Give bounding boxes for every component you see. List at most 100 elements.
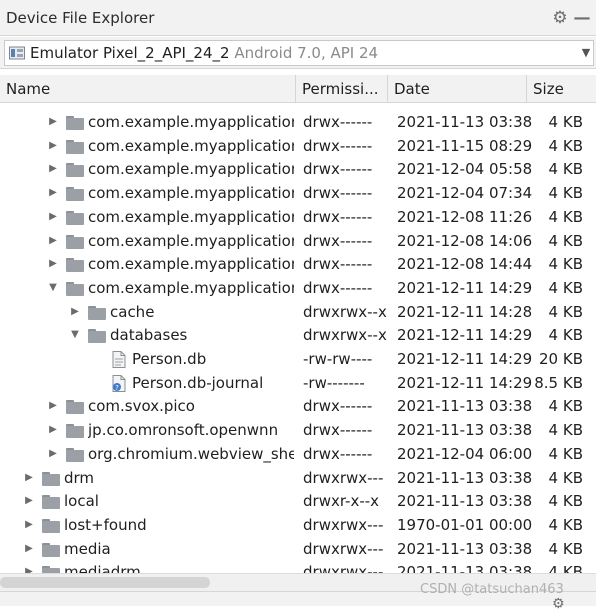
date-cell: 2021-12-08 14:44: [397, 255, 533, 274]
size-cell: 4 KB: [548, 515, 583, 534]
folder-icon: [66, 116, 84, 130]
date-cell: 2021-12-04 05:58: [397, 160, 533, 179]
permissions-cell: drwxr-x--x: [303, 492, 380, 511]
expand-arrow-icon[interactable]: ▶: [24, 543, 34, 554]
table-row[interactable]: ? Person.db-journal -rw------- 2021-12-11 1…: [0, 372, 596, 395]
table-row[interactable]: Person.db -rw-rw---- 2021-12-11 14:29 20 KB: [0, 348, 596, 371]
collapse-arrow-icon[interactable]: ▼: [70, 330, 80, 340]
file-name: com.example.myapplication: [88, 160, 294, 179]
folder-icon: [42, 542, 60, 557]
size-cell: 4 KB: [548, 136, 583, 155]
column-header-name[interactable]: Name: [0, 75, 296, 103]
table-row[interactable]: ▶ drm drwxrwx--- 2021-11-13 03:38 4 KB: [0, 467, 596, 490]
expand-arrow-icon[interactable]: ▶: [48, 140, 58, 151]
permissions-cell: drwxrwx---: [303, 515, 384, 534]
gear-icon[interactable]: ⚙: [550, 8, 570, 28]
permissions-cell: -rw-rw----: [303, 350, 373, 368]
name-cell: media: [64, 538, 294, 561]
permissions-cell: drwx------: [303, 207, 373, 226]
name-cell: local: [64, 490, 294, 513]
expand-arrow-icon[interactable]: ▶: [48, 188, 58, 198]
expand-arrow-icon[interactable]: ▶: [48, 117, 58, 127]
table-row[interactable]: ▶ com.svox.pico drwx------ 2021-11-13 03:38…: [0, 395, 596, 418]
table-row[interactable]: ▶ lost+found drwxrwx--- 1970-01-01 00:00 4 K…: [0, 514, 596, 537]
expand-arrow-icon[interactable]: ▶: [24, 472, 34, 483]
folder-icon: [42, 495, 60, 510]
table-row[interactable]: ▶ com.example.myapplication drwx------ 2021…: [0, 230, 596, 253]
size-cell: 4 KB: [548, 492, 583, 511]
table-row[interactable]: ▶ com.example.myapplication drwx------ 2021…: [0, 158, 596, 181]
table-row[interactable]: ▶ com.example.myapplication drwx------ 2021…: [0, 253, 596, 276]
name-cell: com.example.myapplication: [88, 111, 294, 134]
size-cell: 4 KB: [548, 444, 583, 463]
table-row[interactable]: ▼ databases drwxrwx--x 2021-12-11 14:29 4 KB: [0, 324, 596, 347]
expand-arrow-icon[interactable]: ▶: [48, 164, 58, 174]
column-header-size[interactable]: Size: [527, 75, 596, 103]
folder-icon: [66, 163, 84, 178]
svg-text:?: ?: [115, 384, 119, 392]
folder-icon: [66, 447, 84, 462]
file-name: local: [64, 492, 99, 511]
size-cell: 4 KB: [548, 539, 583, 558]
gear-icon[interactable]: ⚙: [552, 596, 565, 612]
name-cell: databases: [110, 324, 294, 347]
permissions-cell: drwx------: [303, 278, 373, 297]
name-cell: com.example.myapplication: [88, 230, 294, 253]
file-name: com.example.myapplication: [88, 231, 294, 250]
file-icon: [112, 351, 126, 368]
file-name: org.chromium.webview_shell: [88, 444, 294, 463]
expand-arrow-icon[interactable]: ▶: [48, 211, 58, 222]
table-row[interactable]: ▶ jp.co.omronsoft.openwnn drwx------ 2021-1…: [0, 419, 596, 442]
expand-arrow-icon[interactable]: ▶: [48, 401, 58, 411]
size-cell: 4 KB: [548, 397, 583, 416]
table-row[interactable]: ▶ org.chromium.webview_shell drwx------ 202…: [0, 443, 596, 466]
date-cell: 1970-01-01 00:00: [397, 515, 533, 534]
folder-icon: [88, 329, 106, 344]
expand-arrow-icon[interactable]: ▶: [70, 306, 80, 317]
name-cell: lost+found: [64, 514, 294, 537]
date-cell: 2021-12-11 14:29: [397, 350, 533, 368]
table-row[interactable]: ▶ com.example.myapplication drwx------ 2021…: [0, 206, 596, 229]
scrollbar-thumb[interactable]: [0, 577, 210, 588]
expand-arrow-icon[interactable]: ▶: [48, 259, 58, 269]
date-cell: 2021-12-04 06:00: [397, 444, 533, 463]
column-header-permissions[interactable]: Permissi...: [296, 75, 388, 103]
file-name: jp.co.omronsoft.openwnn: [88, 421, 279, 440]
date-cell: 2021-11-13 03:38: [397, 492, 533, 511]
name-cell: com.example.myapplication: [88, 253, 294, 276]
name-cell: Person.db-journal: [132, 372, 294, 395]
table-row[interactable]: ▶ mediadrm drwxrwx--- 2021-11-13 03:38 4 KB: [0, 561, 596, 573]
table-row[interactable]: ▶ com.example.myapplication drwx------ 2021…: [0, 182, 596, 205]
chevron-down-icon[interactable]: ▼: [579, 45, 593, 61]
date-cell: 2021-12-11 14:29: [397, 326, 533, 345]
minimize-icon[interactable]: —: [572, 8, 592, 28]
expand-arrow-icon[interactable]: ▶: [48, 235, 58, 246]
expand-arrow-icon[interactable]: ▶: [48, 448, 58, 459]
file-name: com.example.myapplication: [88, 136, 294, 155]
date-cell: 2021-11-13 03:38: [397, 113, 533, 131]
name-cell: jp.co.omronsoft.openwnn: [88, 419, 294, 442]
expand-arrow-icon[interactable]: ▶: [48, 425, 58, 435]
file-name: databases: [110, 326, 188, 345]
size-cell: 4 KB: [548, 563, 583, 573]
table-row[interactable]: ▼ com.example.myapplication drwx------ 2021…: [0, 277, 596, 300]
device-dropdown[interactable]: Emulator Pixel_2_API_24_2 Android 7.0, A…: [4, 40, 594, 66]
expand-arrow-icon[interactable]: ▶: [24, 496, 34, 506]
table-row[interactable]: ▶ com.example.myapplication drwx------ 2021…: [0, 111, 596, 134]
table-row[interactable]: ▶ local drwxr-x--x 2021-11-13 03:38 4 KB: [0, 490, 596, 513]
permissions-cell: drwx------: [303, 113, 373, 131]
table-row[interactable]: ▶ cache drwxrwx--x 2021-12-11 14:28 4 KB: [0, 301, 596, 324]
column-header-date[interactable]: Date: [388, 75, 527, 103]
collapse-arrow-icon[interactable]: ▼: [48, 282, 58, 293]
permissions-cell: drwx------: [303, 397, 373, 416]
folder-icon: [66, 258, 84, 273]
name-cell: com.svox.pico: [88, 395, 294, 418]
table-row[interactable]: ▶ media drwxrwx--- 2021-11-13 03:38 4 KB: [0, 538, 596, 561]
table-row[interactable]: ▶ com.example.myapplication drwx------ 2021…: [0, 135, 596, 158]
expand-arrow-icon[interactable]: ▶: [24, 519, 34, 530]
folder-icon: [42, 471, 60, 486]
tool-window-header: Device File Explorer ⚙ —: [0, 0, 596, 36]
name-cell: com.example.myapplication: [88, 158, 294, 181]
date-cell: 2021-12-08 14:06: [397, 231, 533, 250]
device-selector-row: Emulator Pixel_2_API_24_2 Android 7.0, A…: [0, 37, 596, 69]
